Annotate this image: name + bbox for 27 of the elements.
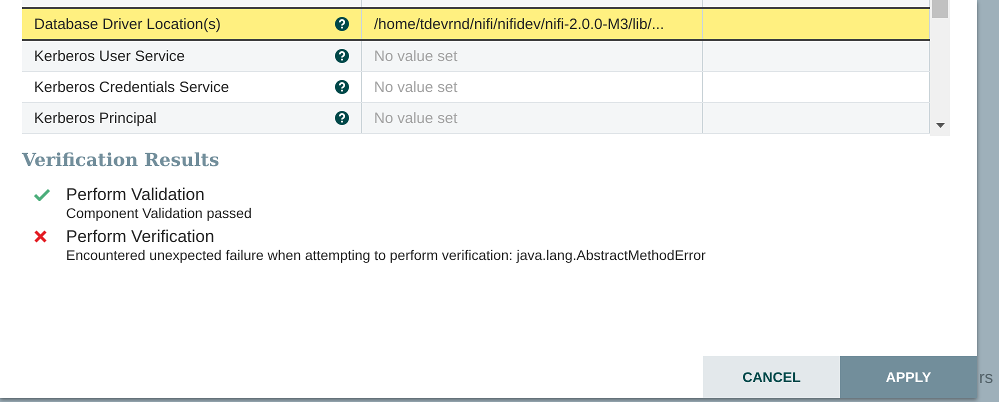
- cancel-button[interactable]: CANCEL: [703, 356, 840, 398]
- property-row[interactable]: Kerberos User Service No value set: [22, 41, 930, 72]
- property-row[interactable]: Database Driver Location(s) /home/tdevrnd/nifi/nifidev/nifi-2.0.0-M3/lib/...: [22, 9, 930, 41]
- result-title: Perform Validation: [66, 185, 206, 205]
- property-value: No value set: [374, 48, 458, 64]
- property-name: Kerberos User Service: [34, 48, 185, 64]
- cross-icon: [34, 230, 47, 243]
- property-name: Kerberos Principal: [34, 110, 157, 126]
- property-value: /home/tdevrnd/nifi/nifidev/nifi-2.0.0-M3/lib/...: [374, 16, 664, 32]
- help-icon[interactable]: [335, 17, 349, 31]
- background-text: rs: [979, 368, 994, 388]
- scroll-thumb[interactable]: [932, 0, 948, 18]
- scroll-down-icon[interactable]: [936, 123, 945, 128]
- result-detail: Component Validation passed: [66, 205, 253, 221]
- property-name: Kerberos Credentials Service: [34, 78, 230, 96]
- help-icon[interactable]: [335, 80, 349, 94]
- help-icon[interactable]: [335, 111, 349, 125]
- result-detail: Encountered unexpected failure when attempting to perform verification: java.lang.AbstractMethodError: [66, 247, 707, 263]
- scrollbar[interactable]: [930, 0, 950, 136]
- result-title: Perform Verification: [66, 227, 216, 247]
- property-value: No value set: [374, 78, 458, 96]
- check-icon: [34, 188, 50, 201]
- help-icon[interactable]: [335, 49, 349, 63]
- section-title: Verification Results: [22, 150, 220, 171]
- property-value: No value set: [374, 110, 458, 126]
- property-name: Database Driver Location(s): [34, 16, 221, 32]
- property-row[interactable]: Kerberos Principal No value set: [22, 103, 930, 134]
